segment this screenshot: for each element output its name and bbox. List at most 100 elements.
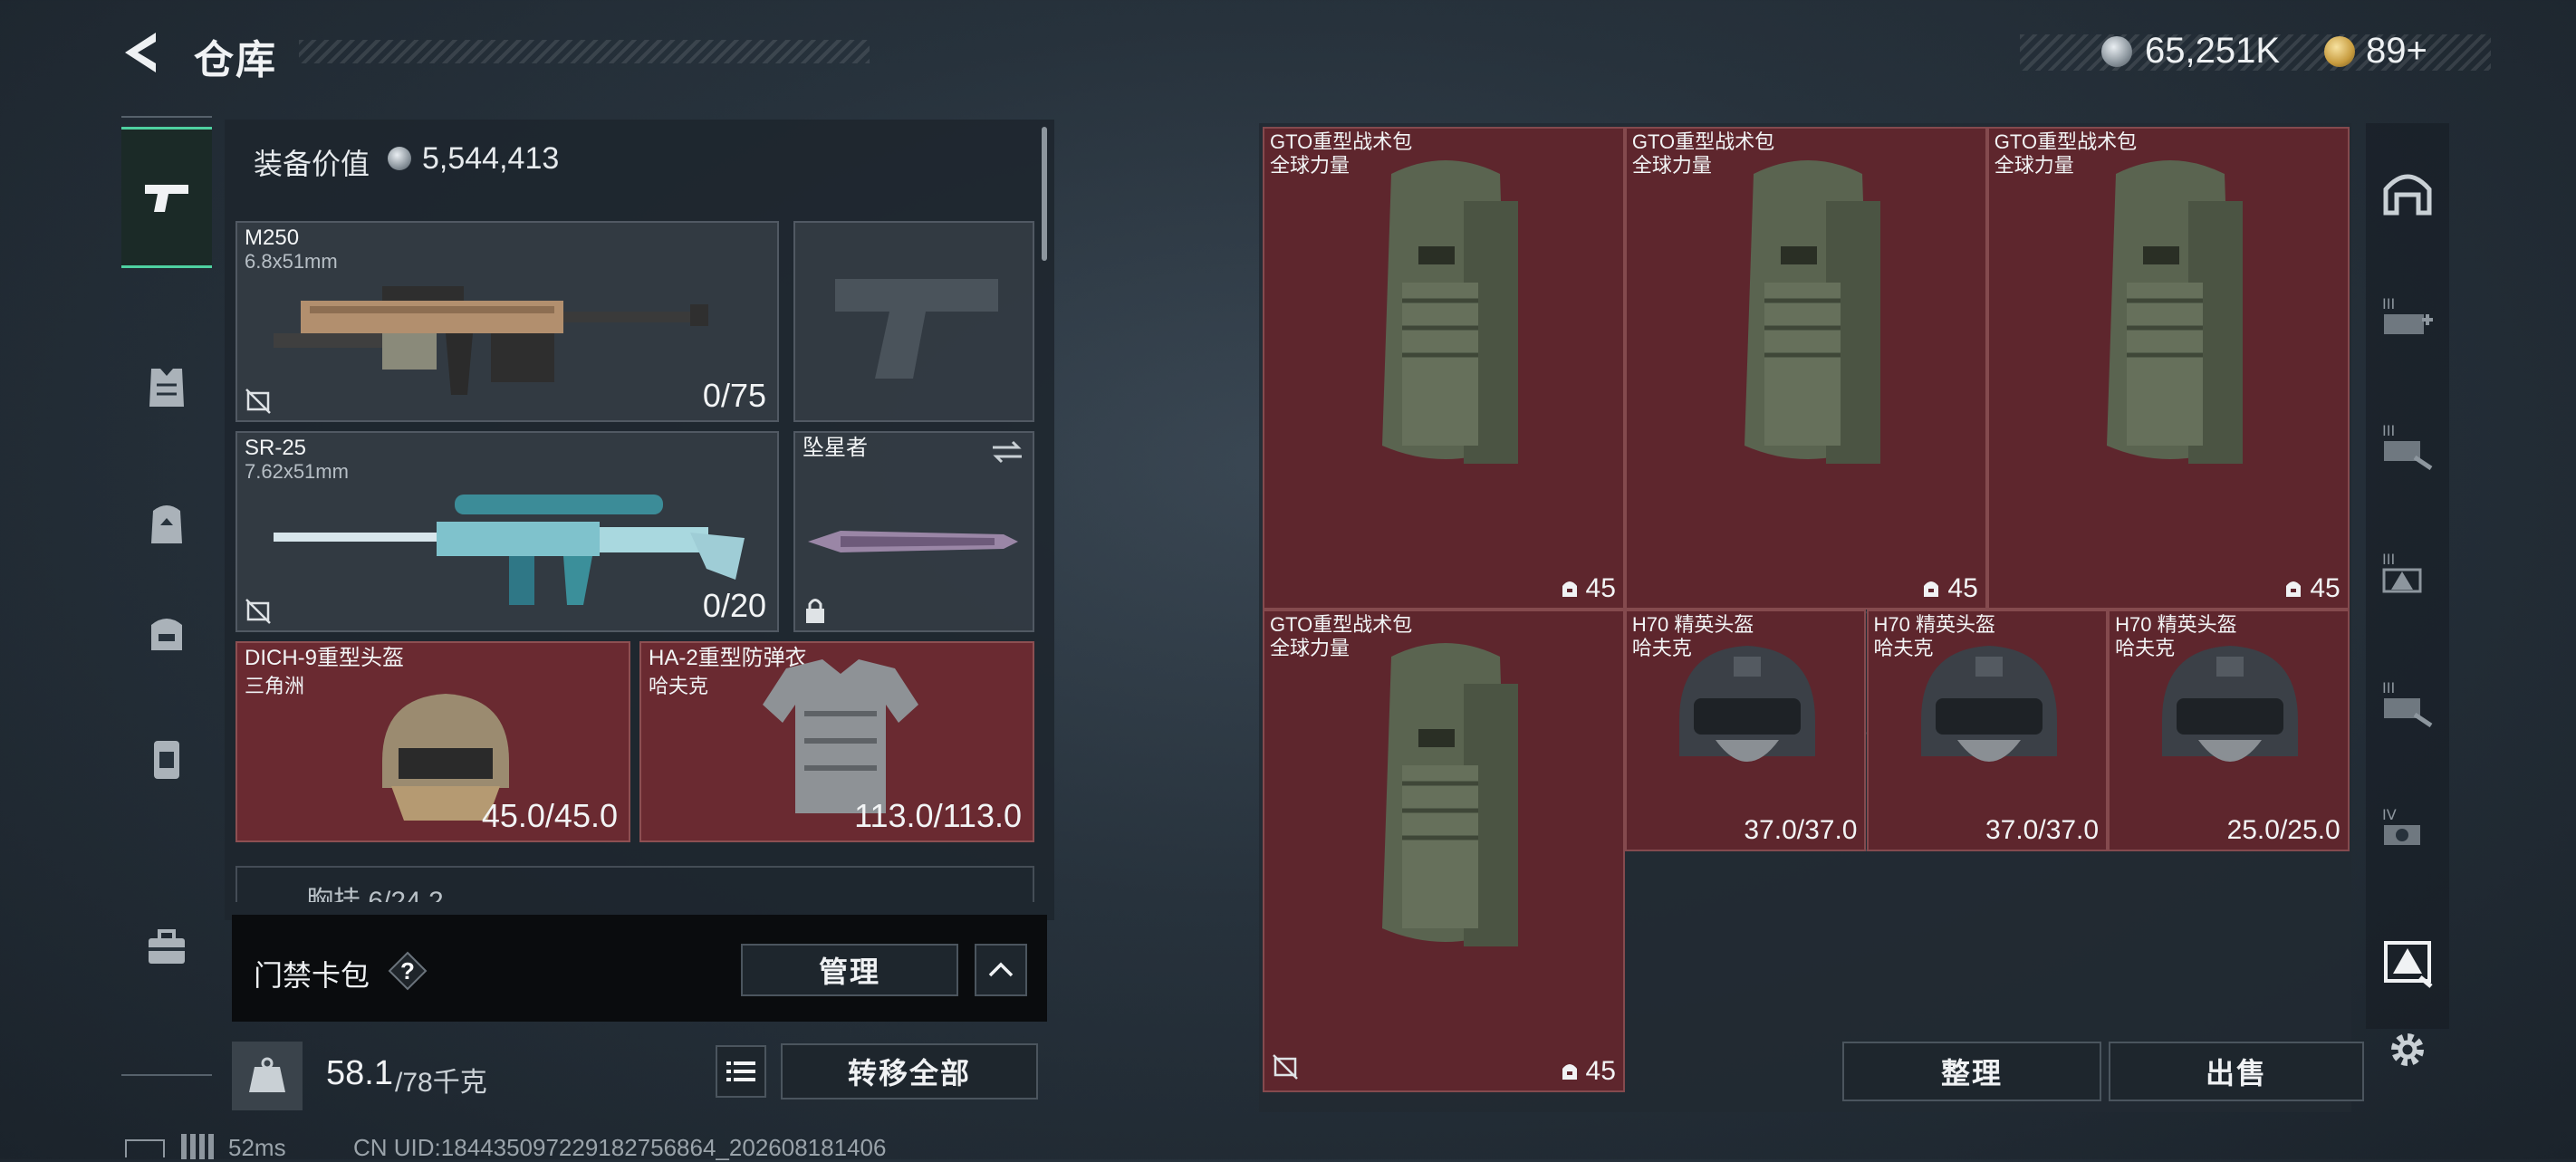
- category-pouch[interactable]: [121, 714, 212, 804]
- gear-icon: [2391, 1033, 2424, 1066]
- item-value-text: 25.0/25.0: [2226, 814, 2341, 845]
- svg-text:III: III: [2382, 422, 2395, 439]
- transfer-all-button[interactable]: 转移全部: [781, 1043, 1038, 1100]
- category-weapons[interactable]: [121, 127, 212, 268]
- premium-balance[interactable]: 89+: [2366, 31, 2427, 72]
- capacity-icon: [1924, 581, 1939, 598]
- item-value-text: 37.0/37.0: [1985, 814, 2100, 845]
- item-value: 45: [1920, 573, 1978, 604]
- vault-icon: [2383, 174, 2432, 216]
- category-case[interactable]: [121, 902, 212, 993]
- chest-rig-row[interactable]: 胸挂 6/24 2: [235, 866, 1034, 902]
- helmet-slot[interactable]: DICH-9重型头盔 三角洲 45.0/45.0: [235, 641, 630, 842]
- coin-balance: 65,251K: [2145, 31, 2281, 71]
- empty-pistol-icon: [835, 279, 998, 379]
- category-backpack[interactable]: [121, 478, 212, 569]
- storage-tab-main[interactable]: [2362, 143, 2453, 243]
- helmet-durability: 45.0/45.0: [481, 797, 618, 834]
- item-name: GTO重型战术包: [1994, 130, 2138, 153]
- sell-button[interactable]: 出售: [2109, 1042, 2364, 1101]
- item-value: 25.0/25.0: [2227, 815, 2341, 846]
- backpack-icon: [151, 505, 182, 543]
- sidebar-divider-bottom: [121, 1074, 212, 1076]
- backpack-item[interactable]: GTO重型战术包 全球力量 45: [1986, 127, 2350, 610]
- storage-tab-4[interactable]: III: [2362, 395, 2453, 495]
- item-value: 45: [1559, 1056, 1616, 1087]
- item-name: GTO重型战术包: [1270, 130, 1413, 153]
- coin-icon: [2101, 36, 2132, 67]
- helmet-item[interactable]: H70 精英头盔 哈夫克 37.0/37.0: [1866, 610, 2109, 851]
- item-name: GTO重型战术包: [1270, 613, 1413, 637]
- storage-wrench-icon: III: [2382, 422, 2433, 470]
- rifle-image: [274, 495, 745, 605]
- sort-button[interactable]: 整理: [1842, 1042, 2101, 1101]
- settings-button[interactable]: [2362, 1000, 2453, 1100]
- storage-tab-3[interactable]: III: [2362, 268, 2453, 368]
- backpack-image: [1381, 643, 1518, 947]
- sidearm-slot[interactable]: [793, 221, 1034, 422]
- panel-scrollbar[interactable]: [1042, 127, 1047, 261]
- armor-slot[interactable]: HA-2重型防弹衣 哈夫克 113.0/113.0: [639, 641, 1034, 842]
- item-maker: 哈夫克: [1631, 637, 1692, 660]
- list-view-button[interactable]: [716, 1045, 766, 1098]
- storage-tab-6[interactable]: III: [2362, 652, 2453, 752]
- storage-tab-5[interactable]: III: [2362, 523, 2453, 623]
- item-value-text: 37.0/37.0: [1744, 814, 1858, 845]
- pouch-icon: [154, 741, 179, 779]
- no-insurance-icon: [245, 389, 271, 414]
- weight-icon: [249, 1057, 285, 1092]
- equipment-value-label: 装备价值: [254, 148, 370, 180]
- storage-tool-icon: III: [2382, 679, 2433, 727]
- storage-warning-icon: III: [2382, 551, 2422, 593]
- secondary-weapon-slot[interactable]: SR-25 7.62x51mm 0/20: [235, 431, 779, 632]
- lock-icon: [806, 599, 824, 623]
- backpack-image: [1381, 160, 1518, 464]
- storage-tab-7[interactable]: IV: [2362, 779, 2453, 879]
- item-value-text: 45: [1585, 573, 1616, 604]
- item-value-text: 45: [1947, 573, 1978, 604]
- backpack-item[interactable]: GTO重型战术包 全球力量 45: [1624, 127, 1987, 610]
- item-value-text: 45: [1585, 1056, 1616, 1087]
- backpack-item[interactable]: GTO重型战术包 全球力量 45: [1263, 127, 1625, 610]
- item-value: 45: [2283, 573, 2341, 604]
- vest-icon: [149, 369, 184, 407]
- manage-button[interactable]: 管理: [741, 944, 958, 996]
- category-sidebar: [121, 116, 212, 1076]
- capacity-icon: [2286, 581, 2302, 598]
- weight-icon-box: [232, 1042, 303, 1110]
- list-icon: [726, 1061, 755, 1081]
- swap-icon[interactable]: [989, 438, 1025, 466]
- collapse-button[interactable]: [975, 944, 1027, 996]
- storage-tab-active[interactable]: [2362, 911, 2453, 1011]
- elite-helmet-image: [2162, 646, 2299, 763]
- elite-helmet-image: [1679, 646, 1816, 763]
- category-bag[interactable]: [121, 587, 212, 677]
- weight-current: 58.1: [326, 1054, 393, 1092]
- category-armor[interactable]: [121, 342, 212, 433]
- item-maker: 全球力量: [1270, 154, 1350, 177]
- item-name: H70 精英头盔: [2115, 613, 2237, 637]
- no-insurance-icon: [245, 599, 271, 624]
- item-value: 37.0/37.0: [1744, 815, 1857, 846]
- primary-weapon-slot[interactable]: M250 6.8x51mm 0/75: [235, 221, 779, 422]
- armor-durability: 113.0/113.0: [854, 797, 1022, 834]
- chevron-up-icon: [988, 962, 1014, 977]
- weapon-name: SR-25: [245, 436, 307, 460]
- bag-icon: [151, 619, 182, 650]
- item-maker: 全球力量: [1631, 154, 1712, 177]
- no-insurance-icon: [1273, 1054, 1298, 1080]
- helmet-item[interactable]: H70 精英头盔 哈夫克 37.0/37.0: [1624, 610, 1867, 851]
- backpack-item[interactable]: GTO重型战术包 全球力量 45: [1263, 610, 1625, 1093]
- helmet-item[interactable]: H70 精英头盔 哈夫克 25.0/25.0: [2108, 610, 2350, 851]
- back-button[interactable]: [120, 27, 165, 78]
- premium-currency-icon: [2324, 36, 2355, 67]
- battery-icon: [125, 1139, 165, 1157]
- item-name: GTO重型战术包: [1631, 130, 1775, 153]
- melee-slot[interactable]: 坠星者: [793, 431, 1034, 632]
- keycard-help-button[interactable]: ?: [388, 951, 428, 991]
- item-maker: 全球力量: [1994, 154, 2074, 177]
- backpack-image: [2106, 160, 2243, 464]
- ping-text: 52ms: [228, 1134, 286, 1161]
- item-maker: 哈夫克: [2115, 637, 2176, 660]
- signal-icon: [181, 1134, 214, 1159]
